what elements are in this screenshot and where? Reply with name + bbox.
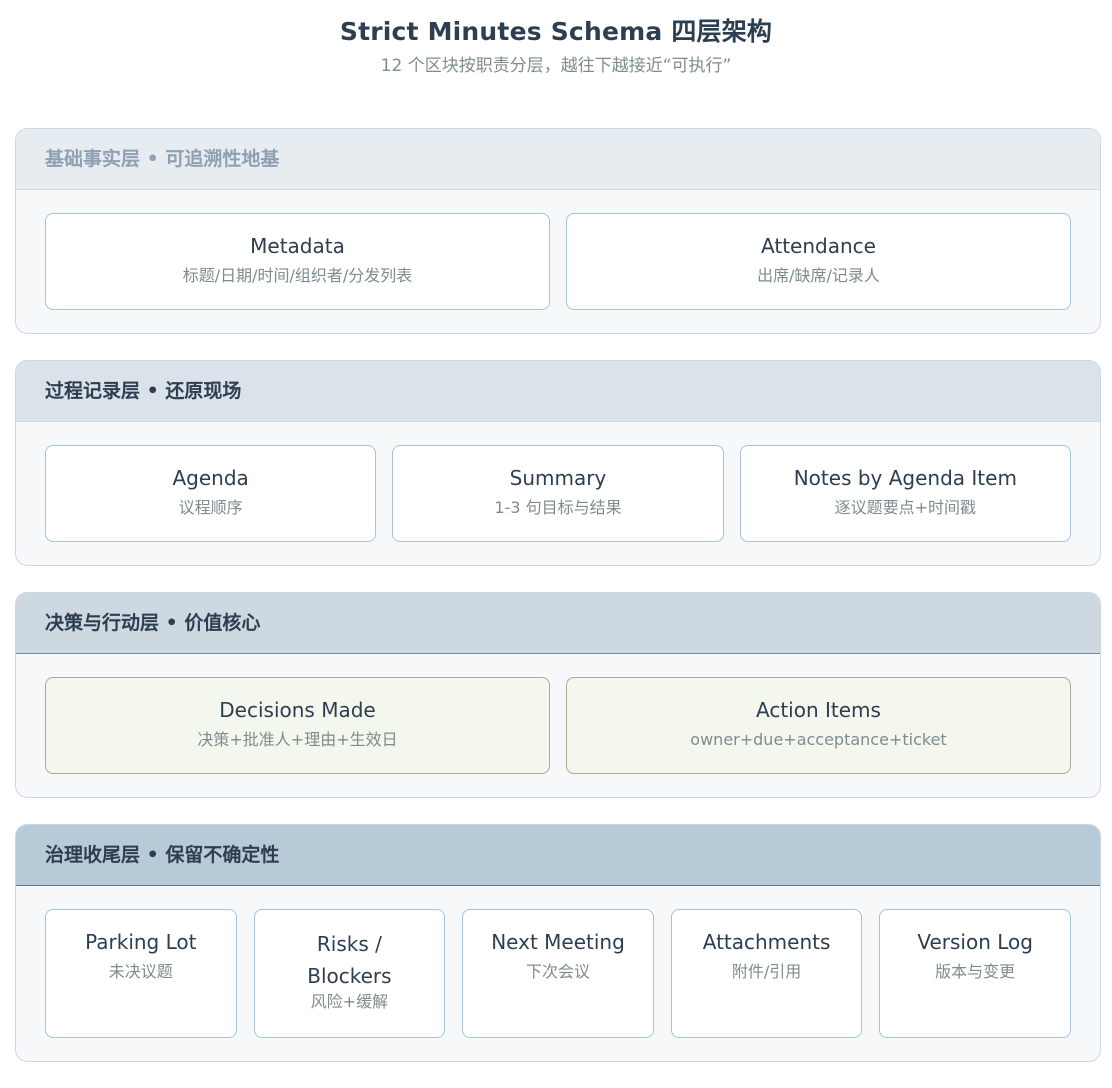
block-description: 标题/日期/时间/组织者/分发列表 (182, 266, 413, 285)
block-description: 附件/引用 (731, 962, 802, 981)
block-version-log: Version Log 版本与变更 (879, 909, 1071, 1038)
block-agenda: Agenda 议程顺序 (45, 445, 377, 542)
layer-process-body: Agenda 议程顺序 Summary 1-3 句目标与结果 Notes by … (16, 422, 1100, 565)
block-title: Agenda (172, 466, 249, 490)
layer-governance-body: Parking Lot 未决议题 Risks / Blockers 风险+缓解 … (16, 886, 1100, 1061)
block-title: Decisions Made (219, 698, 376, 722)
layer-decision-action: 决策与行动层 • 价值核心 Decisions Made 决策+批准人+理由+生… (15, 592, 1101, 798)
block-title: Attachments (702, 930, 831, 954)
block-summary: Summary 1-3 句目标与结果 (392, 445, 724, 542)
diagram-title: Strict Minutes Schema 四层架构 (339, 17, 773, 46)
block-parking-lot: Parking Lot 未决议题 (45, 909, 237, 1038)
diagram-header: Strict Minutes Schema 四层架构 12 个区块按职责分层，越… (0, 0, 1112, 78)
block-description: 议程顺序 (178, 498, 243, 517)
layer-process: 过程记录层 • 还原现场 Agenda 议程顺序 Summary 1-3 句目标… (15, 360, 1101, 566)
block-attachments: Attachments 附件/引用 (670, 909, 863, 1038)
layer-decision-action-body: Decisions Made 决策+批准人+理由+生效日 Action Item… (16, 654, 1100, 797)
block-title: Next Meeting (491, 930, 625, 954)
block-title: Attendance (761, 234, 876, 258)
block-next-meeting: Next Meeting 下次会议 (462, 909, 654, 1038)
block-metadata: Metadata 标题/日期/时间/组织者/分发列表 (45, 213, 550, 310)
block-description: 版本与变更 (935, 962, 1016, 981)
block-title: Summary (509, 466, 607, 490)
block-description: 出席/缺席/记录人 (757, 266, 880, 285)
block-risks-blockers: Risks / Blockers 风险+缓解 (253, 909, 446, 1038)
block-attendance: Attendance 出席/缺席/记录人 (566, 213, 1071, 310)
block-description: 决策+批准人+理由+生效日 (197, 730, 398, 749)
layer-foundation-title: 基础事实层 • 可追溯性地基 (16, 129, 1100, 190)
block-action-items: Action Items owner+due+acceptance+ticket (566, 677, 1071, 774)
block-title: Action Items (756, 698, 881, 722)
block-description: owner+due+acceptance+ticket (690, 730, 947, 749)
block-title: Version Log (917, 930, 1033, 954)
block-description: 未决议题 (108, 962, 173, 981)
layer-foundation-body: Metadata 标题/日期/时间/组织者/分发列表 Attendance 出席… (16, 190, 1100, 333)
block-description: 风险+缓解 (310, 992, 389, 1011)
layer-foundation: 基础事实层 • 可追溯性地基 Metadata 标题/日期/时间/组织者/分发列… (15, 128, 1101, 334)
block-description: 下次会议 (525, 962, 590, 981)
block-title: Notes by Agenda Item (793, 466, 1017, 490)
diagram-subtitle: 12 个区块按职责分层，越往下越接近“可执行” (380, 56, 732, 76)
layer-stack: 基础事实层 • 可追溯性地基 Metadata 标题/日期/时间/组织者/分发列… (15, 128, 1101, 1088)
block-title: Parking Lot (85, 930, 197, 954)
layer-governance: 治理收尾层 • 保留不确定性 Parking Lot 未决议题 Risks / … (15, 824, 1101, 1062)
block-description: 1-3 句目标与结果 (494, 498, 622, 517)
layer-governance-title: 治理收尾层 • 保留不确定性 (16, 825, 1100, 886)
layer-decision-action-title: 决策与行动层 • 价值核心 (16, 593, 1100, 654)
block-decisions-made: Decisions Made 决策+批准人+理由+生效日 (45, 677, 550, 774)
block-notes-by-agenda-item: Notes by Agenda Item 逐议题要点+时间戳 (739, 445, 1071, 542)
layer-process-title: 过程记录层 • 还原现场 (16, 361, 1100, 422)
block-title: Risks / Blockers (307, 932, 392, 988)
block-title: Metadata (250, 234, 345, 258)
block-description: 逐议题要点+时间戳 (834, 498, 977, 517)
